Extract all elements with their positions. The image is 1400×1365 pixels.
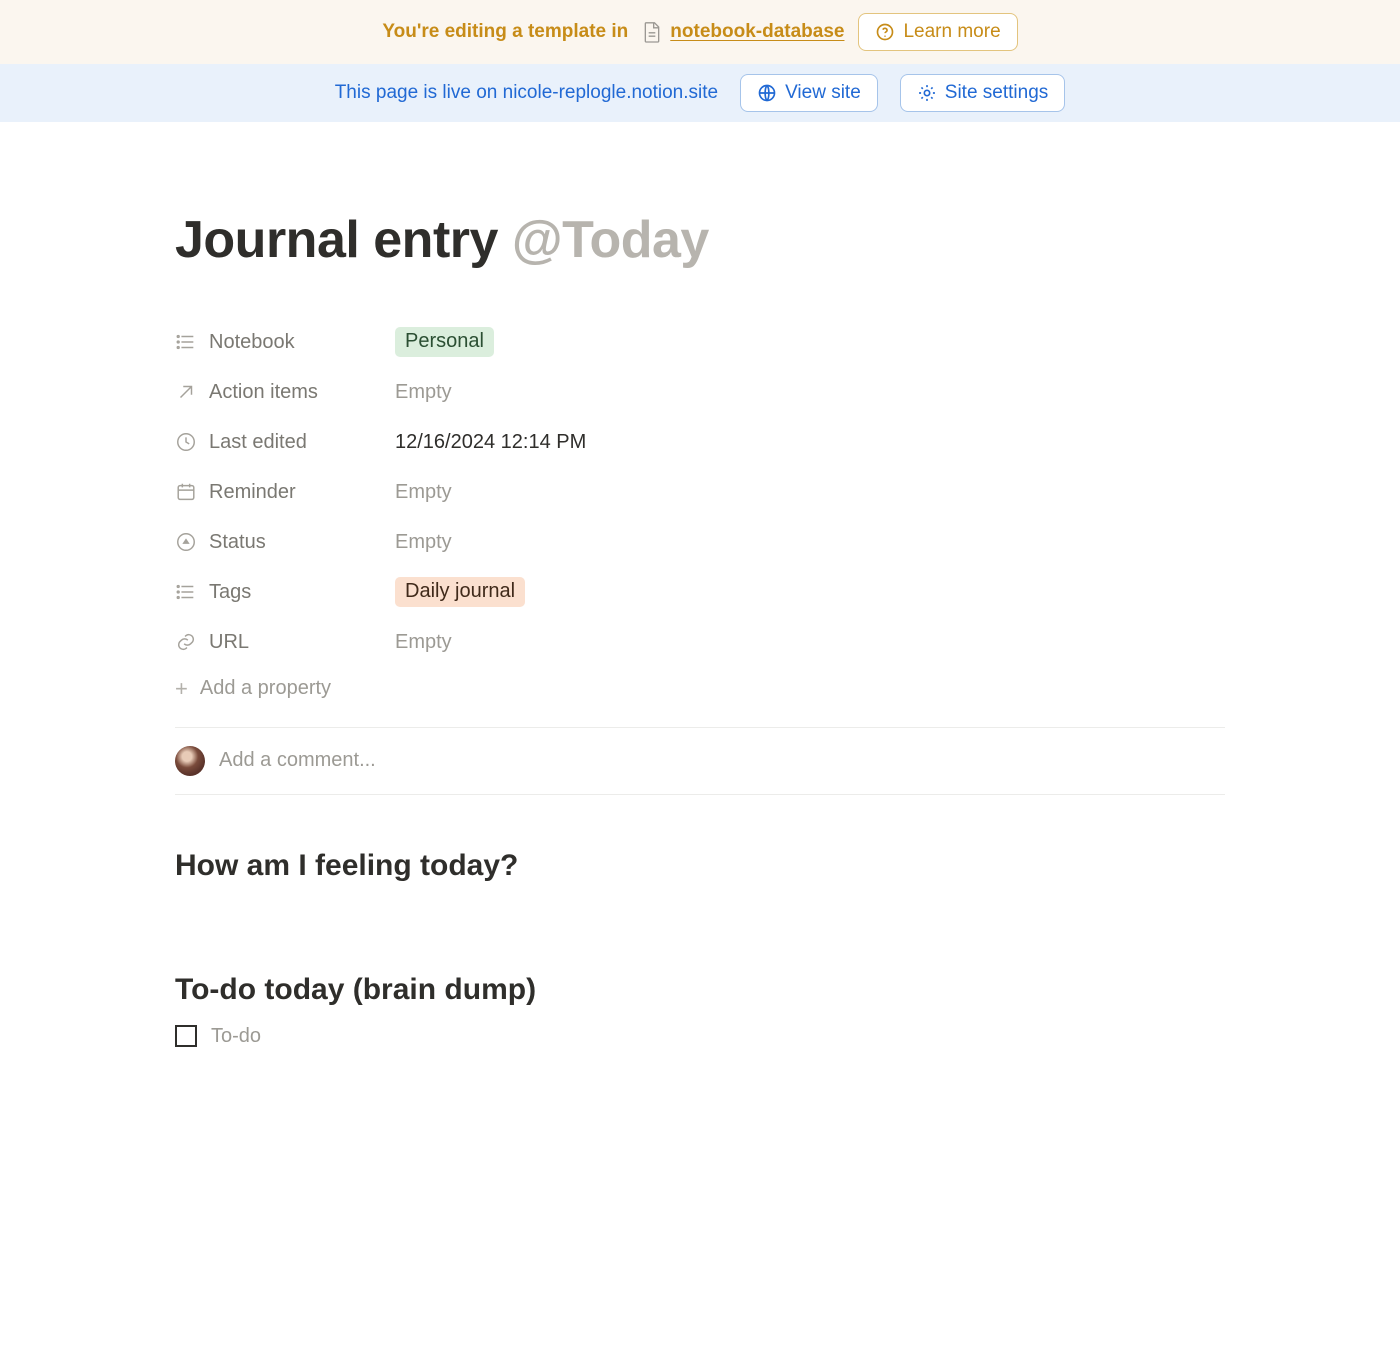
clock-icon [175,431,197,453]
site-settings-label: Site settings [945,82,1049,104]
property-value[interactable]: Empty [395,481,452,504]
help-circle-icon [875,22,895,42]
property-value[interactable]: Empty [395,381,452,404]
property-status[interactable]: Status Empty [175,517,1225,567]
property-key: URL [175,631,395,654]
learn-more-button[interactable]: Learn more [858,13,1017,51]
property-last-edited[interactable]: Last edited 12/16/2024 12:14 PM [175,417,1225,467]
divider [175,794,1225,795]
section-heading-todo[interactable]: To-do today (brain dump) [175,973,1225,1007]
status-icon [175,531,197,553]
property-key: Tags [175,581,395,604]
add-property-button[interactable]: + Add a property [175,677,331,700]
view-site-button[interactable]: View site [740,74,878,112]
property-value[interactable]: Personal [395,327,494,357]
comment-placeholder: Add a comment... [219,749,376,772]
property-list: Notebook Personal Action items Empty Las… [175,317,1225,701]
template-banner-lead: You're editing a template in [382,21,628,43]
page-content: Journal entry @Today Notebook Personal A… [175,122,1225,1108]
avatar [175,746,205,776]
add-property-label: Add a property [200,677,331,700]
property-action-items[interactable]: Action items Empty [175,367,1225,417]
property-tags[interactable]: Tags Daily journal [175,567,1225,617]
property-value[interactable]: Empty [395,531,452,554]
page-live-banner: This page is live on nicole-replogle.not… [0,64,1400,122]
calendar-icon [175,481,197,503]
list-icon [175,331,197,353]
property-key: Status [175,531,395,554]
page-live-text: This page is live on nicole-replogle.not… [335,82,718,104]
property-key: Notebook [175,331,395,354]
property-url[interactable]: URL Empty [175,617,1225,667]
property-key: Action items [175,381,395,404]
link-icon [175,631,197,653]
comment-composer[interactable]: Add a comment... [175,728,1225,794]
property-key: Last edited [175,431,395,454]
property-value: 12/16/2024 12:14 PM [395,431,586,454]
relation-arrow-icon [175,381,197,403]
todo-checkbox[interactable] [175,1025,197,1047]
gear-icon [917,83,937,103]
document-icon [642,20,662,44]
view-site-label: View site [785,82,861,104]
learn-more-label: Learn more [903,21,1000,43]
template-source-link[interactable]: notebook-database [642,20,844,44]
template-source-link-text[interactable]: notebook-database [670,21,844,43]
todo-placeholder: To-do [211,1025,261,1048]
property-value[interactable]: Daily journal [395,577,525,607]
page-title[interactable]: Journal entry @Today [175,212,1225,269]
section-heading-feeling[interactable]: How am I feeling today? [175,849,1225,883]
property-notebook[interactable]: Notebook Personal [175,317,1225,367]
plus-icon: + [175,678,188,700]
site-settings-button[interactable]: Site settings [900,74,1066,112]
globe-icon [757,83,777,103]
property-value[interactable]: Empty [395,631,452,654]
list-icon [175,581,197,603]
property-key: Reminder [175,481,395,504]
page-title-mention[interactable]: @Today [512,211,709,269]
todo-item[interactable]: To-do [175,1025,1225,1048]
page-title-text: Journal entry [175,211,512,269]
property-reminder[interactable]: Reminder Empty [175,467,1225,517]
template-edit-banner: You're editing a template in notebook-da… [0,0,1400,64]
